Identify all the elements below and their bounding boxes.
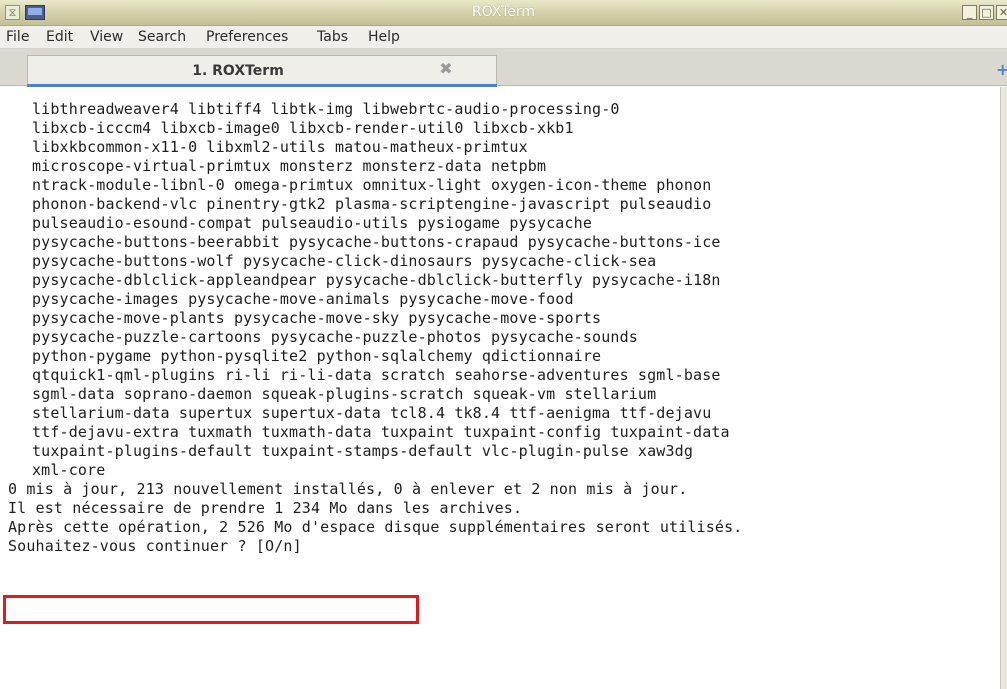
terminal-line: pysycache-images pysycache-move-animals … <box>32 290 574 308</box>
tab-close-icon[interactable]: ✖ <box>438 61 454 77</box>
menu-help[interactable]: Help <box>368 29 400 45</box>
prompt-highlight-box <box>3 595 419 624</box>
terminal-line: tuxpaint-plugins-default tuxpaint-stamps… <box>32 442 694 460</box>
terminal-line: pulseaudio-esound-compat pulseaudio-util… <box>32 214 593 232</box>
menu-preferences[interactable]: Preferences <box>206 29 288 45</box>
minimize-button[interactable]: _ <box>962 5 977 20</box>
summary-line: 0 mis à jour, 213 nouvellement installés… <box>8 480 688 498</box>
scrollbar[interactable] <box>1000 87 1007 689</box>
terminal-line: phonon-backend-vlc pinentry-gtk2 plasma-… <box>32 195 712 213</box>
terminal-line: sgml-data soprano-daemon squeak-plugins-… <box>32 385 657 403</box>
menu-edit[interactable]: Edit <box>46 29 73 45</box>
tab-bar: 1. ROXTerm ✖ <box>0 49 1007 87</box>
summary-line: Il est nécessaire de prendre 1 234 Mo da… <box>8 499 523 517</box>
terminal-line: stellarium-data supertux supertux-data t… <box>32 404 712 422</box>
terminal-line: pysycache-buttons-beerabbit pysycache-bu… <box>32 233 721 251</box>
terminal-line: ntrack-module-libnl-0 omega-primtux omni… <box>32 176 712 194</box>
menu-view[interactable]: View <box>90 29 123 45</box>
menu-search[interactable]: Search <box>138 29 186 45</box>
menu-tabs[interactable]: Tabs <box>317 29 348 45</box>
terminal-line: ttf-dejavu-extra tuxmath tuxmath-data tu… <box>32 423 730 441</box>
title-bar[interactable]: ⧖ ROXTerm _ □ ✕ <box>0 0 1007 26</box>
terminal-line: pysycache-move-plants pysycache-move-sky… <box>32 309 602 327</box>
terminal-line: libxcb-icccm4 libxcb-image0 libxcb-rende… <box>32 119 574 137</box>
terminal-line: libxkbcommon-x11-0 libxml2-utils matou-m… <box>32 138 528 156</box>
terminal-line: microscope-virtual-primtux monsterz mons… <box>32 157 547 175</box>
terminal-line: libthreadweaver4 libtiff4 libtk-img libw… <box>32 100 620 118</box>
terminal-line: pysycache-buttons-wolf pysycache-click-d… <box>32 252 657 270</box>
terminal-line: pysycache-puzzle-cartoons pysycache-puzz… <box>32 328 638 346</box>
tab-label: 1. ROXTerm <box>192 63 284 79</box>
terminal-line: qtquick1-qml-plugins ri-li ri-li-data sc… <box>32 366 721 384</box>
continue-prompt[interactable]: Souhaitez-vous continuer ? [O/n] <box>8 537 302 555</box>
roxterm-window: ⧖ ROXTerm _ □ ✕ File Edit View Search Pr… <box>0 0 1007 689</box>
terminal-line: xml-core <box>32 461 106 479</box>
tab-roxterm-1[interactable]: 1. ROXTerm ✖ <box>27 55 497 87</box>
menu-file[interactable]: File <box>6 29 29 45</box>
terminal-line: pysycache-dblclick-appleandpear pysycach… <box>32 271 721 289</box>
summary-line: Après cette opération, 2 526 Mo d'espace… <box>8 518 743 536</box>
menu-bar: File Edit View Search Preferences Tabs H… <box>0 26 1007 49</box>
window-title: ROXTerm <box>471 4 536 20</box>
close-window-button[interactable]: ✕ <box>996 5 1007 20</box>
maximize-button[interactable]: □ <box>979 5 994 20</box>
new-tab-icon[interactable]: + <box>996 60 1007 79</box>
terminal-line: python-pygame python-pysqlite2 python-sq… <box>32 347 602 365</box>
